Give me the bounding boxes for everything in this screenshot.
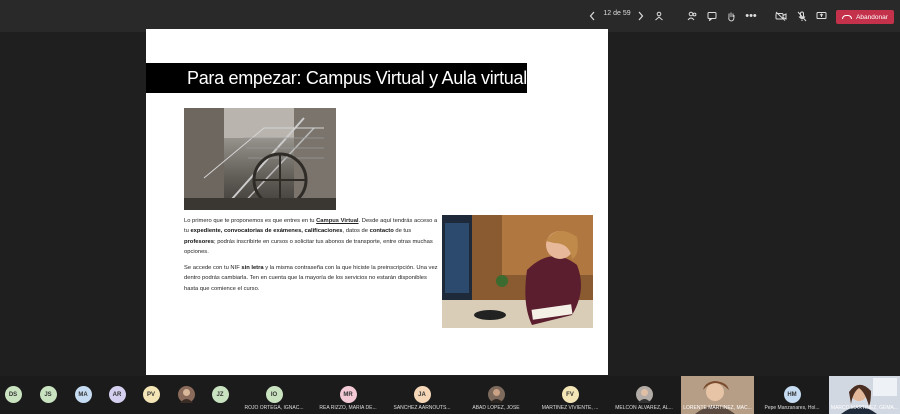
paragraph-access-info: Se accede con tu NIF sin letra y la mism… [184,263,438,294]
participant-tile[interactable]: MA [74,376,92,414]
participant-video-tile[interactable]: MARCO MARTÍNEZ, GEMA... [829,376,900,414]
camera-off-button[interactable] [774,8,788,24]
more-dots-icon: ••• [745,10,757,22]
leave-meeting-label: Abandonar [856,13,888,21]
share-screen-button[interactable] [814,8,828,24]
chat-icon [707,12,717,21]
participant-name: MARCO MARTÍNEZ, GEMA... [830,405,899,411]
raise-hand-button[interactable] [724,8,738,24]
avatar: HM [783,386,801,403]
slide-page-counter: 12 de 59 [603,10,631,17]
participant-tile[interactable]: JA SÁNCHEZ AARNOUTS... [386,376,458,414]
participant-tile[interactable]: AR [108,376,126,414]
bold-text: profesores [184,238,214,245]
avatar: DS [4,386,22,403]
avatar: FV [561,386,579,403]
people-sync-button[interactable] [652,8,666,24]
participant-name: MARTÍNEZ VIVIENTE, ... [541,405,599,411]
more-options-button[interactable]: ••• [744,8,758,24]
text-segment: , datos de [342,228,370,235]
chevron-right-icon [638,11,643,21]
participant-name: SÁNCHEZ AARNOUTS... [393,405,451,411]
participant-tile[interactable] [177,376,195,414]
avatar-photo [177,386,195,403]
avatar: MA [74,386,92,403]
avatar: AR [108,386,126,403]
participant-name: ROJO ORTEGA, IGNAC... [244,405,304,411]
people-icon [655,11,663,21]
share-screen-icon [816,12,826,19]
participant-tile[interactable]: JZ [211,376,229,414]
slide-title: Para empezar: Campus Virtual y Aula virt… [146,63,527,93]
participant-name: REA RIZZO, MARÍA DE... [319,405,377,411]
hand-icon [728,12,735,21]
participant-tile[interactable]: HM Pepe Manzanares, Hol... [756,376,828,414]
avatar: JZ [211,386,229,403]
avatar: JS [39,386,57,403]
meeting-toolbar: 12 de 59 ••• Abandonar [0,0,900,32]
participants-button[interactable] [685,8,699,24]
participant-tile[interactable]: DS [4,376,22,414]
leave-meeting-button[interactable]: Abandonar [836,10,894,24]
participant-tile[interactable]: JS [39,376,57,414]
text-segment: Lo primero que te proponemos es que entr… [184,218,317,224]
participant-tile[interactable]: MELCÓN ÁLVAREZ, AL... [608,376,680,414]
participants-icon [687,11,696,21]
mic-off-button[interactable] [795,8,809,24]
avatar: JA [413,386,431,403]
participant-tile[interactable]: FV MARTÍNEZ VIVIENTE, ... [534,376,606,414]
participant-name: LORENTE MARTÍNEZ, MAC... [683,405,752,411]
phone-hangup-icon [842,15,853,19]
participants-strip: DS JS MA AR PV JZ IO ROJO ORTEGA, IGNAC.… [0,376,900,414]
participant-tile[interactable]: ABAD LÓPEZ, JOSÉ [460,376,532,414]
participant-tile[interactable]: MR REA RIZZO, MARÍA DE... [312,376,384,414]
participant-video-tile[interactable]: LORENTE MARTÍNEZ, MAC... [681,376,754,414]
avatar: MR [339,386,357,403]
bold-text: sin letra [241,265,264,271]
campus-staircase-photo [184,108,336,210]
camera-off-icon [775,11,787,21]
avatar: IO [265,386,283,403]
chat-button[interactable] [705,8,719,24]
bold-text: contacto [369,228,394,235]
previous-slide-button[interactable] [587,8,597,24]
avatar-photo [487,386,505,403]
mic-off-icon [797,11,807,21]
participant-name: MELCÓN ÁLVAREZ, AL... [615,405,673,411]
text-segment: de tus [393,228,412,235]
next-slide-button[interactable] [635,8,645,24]
avatar: PV [142,386,160,403]
student-at-computer-photo [442,215,593,328]
participant-tile[interactable]: IO ROJO ORTEGA, IGNAC... [238,376,310,414]
participant-name: Pepe Manzanares, Hol... [764,405,820,411]
campus-virtual-link[interactable]: Campus Virtual [316,218,358,224]
avatar-photo [635,386,653,403]
participant-name: ABAD LÓPEZ, JOSÉ [472,405,520,411]
text-segment: Se accede con tu NIF [184,265,242,271]
text-segment: ; podrás inscribirte en cursos o solicit… [184,238,433,255]
paragraph-campus-virtual: Lo primero que te proponemos es que entr… [184,216,438,257]
participant-tile[interactable]: PV [142,376,160,414]
bold-text: expediente, convocatorias de exámenes, c… [190,228,343,235]
chevron-left-icon [589,11,594,21]
